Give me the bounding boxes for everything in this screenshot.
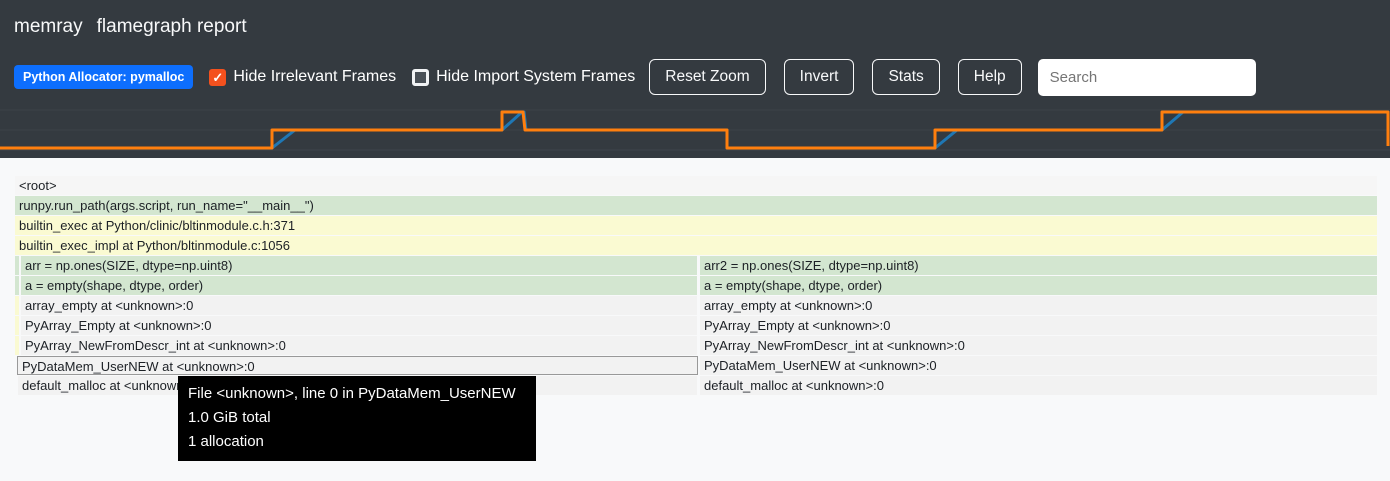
report-title: flamegraph report: [97, 16, 247, 37]
flame-row: <root>: [0, 176, 1390, 195]
flame-frame-array-empty-left[interactable]: array_empty at <unknown>:0: [21, 296, 697, 315]
flame-frame-builtin-exec[interactable]: builtin_exec at Python/clinic/bltinmodul…: [15, 216, 1377, 235]
toolbar: Python Allocator: pymalloc Hide Irreleva…: [0, 58, 1390, 96]
page-title: memray flamegraph report: [0, 0, 1390, 38]
hide-irrelevant-checkbox[interactable]: [209, 69, 226, 86]
tooltip-total-memory: 1.0 GiB total: [188, 406, 526, 430]
brand-name: memray: [14, 16, 83, 37]
flame-frame-builtin-exec-impl[interactable]: builtin_exec_impl at Python/bltinmodule.…: [15, 236, 1377, 255]
help-button[interactable]: Help: [958, 59, 1022, 95]
hide-import-checkbox[interactable]: [412, 69, 429, 86]
flamegraph: <root> runpy.run_path(args.script, run_n…: [0, 158, 1390, 481]
hide-import-group[interactable]: Hide Import System Frames: [412, 68, 635, 86]
allocator-badge: Python Allocator: pymalloc: [14, 65, 193, 89]
flame-row: runpy.run_path(args.script, run_name="__…: [0, 196, 1390, 215]
reset-zoom-button[interactable]: Reset Zoom: [649, 59, 765, 95]
flame-frame-newfromdescr-right[interactable]: PyArray_NewFromDescr_int at <unknown>:0: [700, 336, 1377, 355]
flame-frame-runpy[interactable]: runpy.run_path(args.script, run_name="__…: [15, 196, 1377, 215]
flame-frame-array-empty-right[interactable]: array_empty at <unknown>:0: [700, 296, 1377, 315]
flame-row: array_empty at <unknown>:0 array_empty a…: [0, 296, 1390, 315]
hide-irrelevant-label: Hide Irrelevant Frames: [233, 68, 396, 86]
flame-frame-arr2[interactable]: arr2 = np.ones(SIZE, dtype=np.uint8): [700, 256, 1377, 275]
flame-frame-pyarray-empty-left[interactable]: PyArray_Empty at <unknown>:0: [21, 316, 697, 335]
flame-frame-newfromdescr-left[interactable]: PyArray_NewFromDescr_int at <unknown>:0: [21, 336, 697, 355]
flame-row: PyArray_Empty at <unknown>:0 PyArray_Emp…: [0, 316, 1390, 335]
flame-row: builtin_exec_impl at Python/bltinmodule.…: [0, 236, 1390, 255]
flame-frame-root[interactable]: <root>: [15, 176, 1377, 195]
stats-button[interactable]: Stats: [872, 59, 939, 95]
flame-row: PyDataMem_UserNEW at <unknown>:0 PyDataM…: [0, 356, 1390, 375]
tooltip-frame-info: File <unknown>, line 0 in PyDataMem_User…: [188, 382, 526, 406]
flame-frame-empty-left[interactable]: a = empty(shape, dtype, order): [21, 276, 697, 295]
flame-frame-pyarray-empty-right[interactable]: PyArray_Empty at <unknown>:0: [700, 316, 1377, 335]
flame-frame-pydatamem-right[interactable]: PyDataMem_UserNEW at <unknown>:0: [700, 356, 1377, 375]
flame-row: a = empty(shape, dtype, order) a = empty…: [0, 276, 1390, 295]
flame-frame-sliver[interactable]: [15, 316, 19, 335]
header: memray flamegraph report Python Allocator…: [0, 0, 1390, 158]
flame-frame-default-malloc-right[interactable]: default_malloc at <unknown>:0: [700, 376, 1377, 395]
flame-frame-empty-right[interactable]: a = empty(shape, dtype, order): [700, 276, 1377, 295]
flame-frame-sliver[interactable]: [15, 296, 19, 315]
memory-usage-graph: [0, 100, 1390, 158]
flame-frame-pydatamem-left-hovered[interactable]: PyDataMem_UserNEW at <unknown>:0: [17, 356, 698, 375]
tooltip-allocation-count: 1 allocation: [188, 430, 526, 454]
flame-frame-sliver[interactable]: [15, 256, 19, 275]
flame-frame-arr[interactable]: arr = np.ones(SIZE, dtype=np.uint8): [21, 256, 697, 275]
invert-button[interactable]: Invert: [784, 59, 855, 95]
frame-tooltip: File <unknown>, line 0 in PyDataMem_User…: [178, 376, 536, 461]
hide-irrelevant-group[interactable]: Hide Irrelevant Frames: [209, 68, 396, 86]
flame-row: builtin_exec at Python/clinic/bltinmodul…: [0, 216, 1390, 235]
flame-frame-sliver[interactable]: [15, 276, 19, 295]
hide-import-label: Hide Import System Frames: [436, 68, 635, 86]
flame-frame-sliver[interactable]: [15, 336, 19, 355]
search-input[interactable]: [1038, 59, 1256, 96]
flame-row: arr = np.ones(SIZE, dtype=np.uint8) arr2…: [0, 256, 1390, 275]
flame-row: PyArray_NewFromDescr_int at <unknown>:0 …: [0, 336, 1390, 355]
